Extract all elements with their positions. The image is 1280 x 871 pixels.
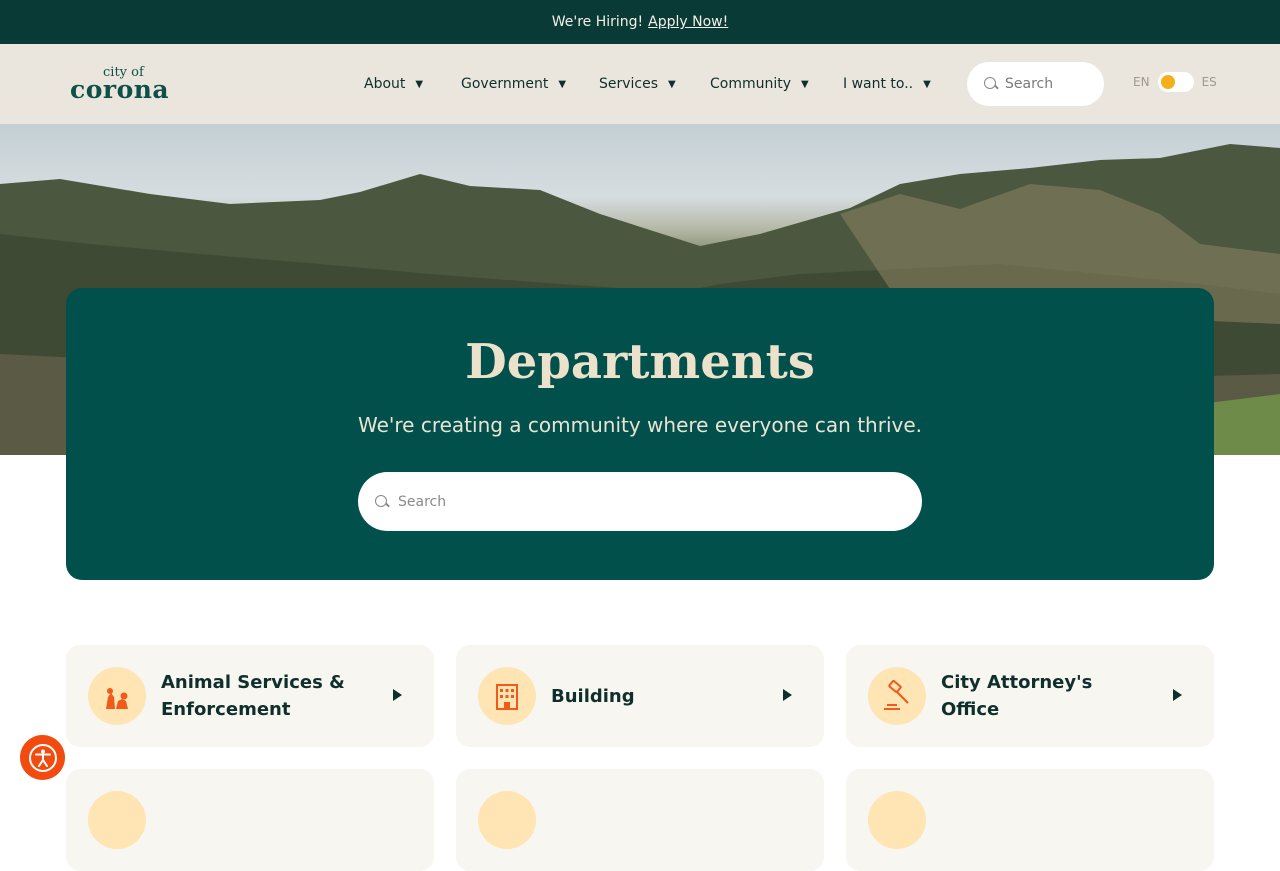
department-card-city-attorney[interactable]: City Attorney's Office <box>846 645 1214 747</box>
nav-government-label: Government <box>461 76 549 92</box>
caret-down-icon: ▼ <box>668 78 676 90</box>
hiring-banner: We're Hiring! Apply Now! <box>0 0 1280 44</box>
nav-government[interactable]: Government ▼ <box>461 74 566 94</box>
toggle-knob <box>1160 75 1175 89</box>
language-toggle[interactable]: EN ES <box>1133 72 1217 92</box>
department-card-building[interactable]: Building <box>456 645 824 747</box>
logo-corona: corona <box>70 75 170 104</box>
nav-about[interactable]: About ▼ <box>364 74 423 94</box>
animal-services-icon <box>88 667 146 725</box>
nav-community[interactable]: Community ▼ <box>710 74 809 94</box>
play-arrow-icon <box>393 689 402 701</box>
accessibility-icon <box>28 743 57 772</box>
apply-now-link[interactable]: Apply Now! <box>648 14 728 30</box>
department-card[interactable] <box>456 769 824 871</box>
department-label: Animal Services & Enforcement <box>161 672 345 720</box>
lang-en[interactable]: EN <box>1133 75 1150 89</box>
hiring-text: We're Hiring! <box>551 14 644 30</box>
header-search-placeholder: Search <box>1005 76 1054 92</box>
department-card[interactable] <box>66 769 434 871</box>
departments-search-input[interactable]: Search <box>358 472 922 531</box>
nav-services[interactable]: Services ▼ <box>599 74 676 94</box>
language-switch[interactable] <box>1157 72 1194 92</box>
caret-down-icon: ▼ <box>558 78 567 90</box>
accessibility-button[interactable] <box>20 735 65 780</box>
nav-community-label: Community <box>710 76 792 92</box>
gavel-icon <box>868 667 926 725</box>
department-label: Building <box>551 685 635 707</box>
department-label: City Attorney's Office <box>941 672 1093 720</box>
lang-es[interactable]: ES <box>1202 75 1217 89</box>
building-icon <box>478 667 536 725</box>
department-card-animal-services[interactable]: Animal Services & Enforcement <box>66 645 434 747</box>
caret-down-icon: ▼ <box>923 78 931 90</box>
site-header: city of corona About ▼ Government ▼ Serv… <box>0 44 1280 124</box>
search-icon <box>374 494 390 510</box>
play-arrow-icon <box>783 689 792 701</box>
caret-down-icon: ▼ <box>415 78 424 90</box>
page-subtitle: We're creating a community where everyon… <box>357 413 922 437</box>
page-title: Departments <box>465 334 815 390</box>
caret-down-icon: ▼ <box>801 78 809 90</box>
nav-services-label: Services <box>599 76 659 92</box>
departments-search-placeholder: Search <box>398 493 447 510</box>
play-arrow-icon <box>1173 689 1182 701</box>
departments-panel: Departments We're creating a community w… <box>66 288 1214 580</box>
search-icon <box>983 76 999 92</box>
department-card[interactable] <box>846 769 1214 871</box>
header-search-input[interactable]: Search <box>967 62 1104 106</box>
nav-about-label: About <box>364 76 406 92</box>
city-logo[interactable]: city of corona <box>70 66 182 106</box>
nav-i-want-to[interactable]: I want to.. ▼ <box>843 74 931 94</box>
nav-i-want-to-label: I want to.. <box>843 76 914 92</box>
